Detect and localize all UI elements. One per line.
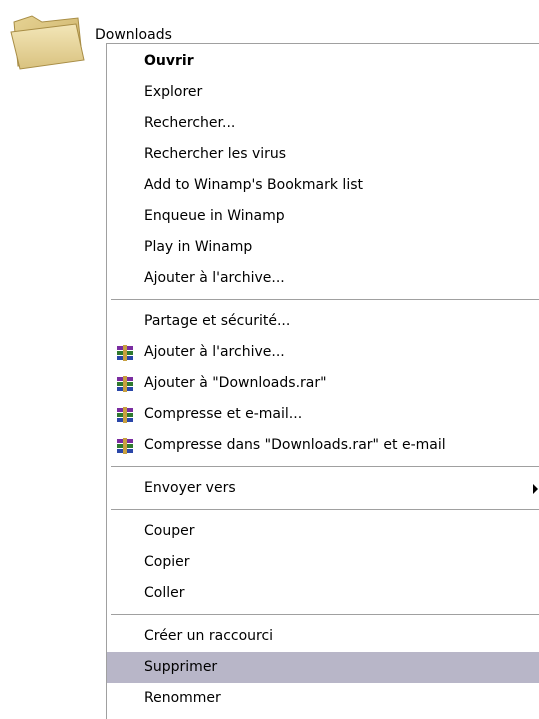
menu-item-creer-raccourci[interactable]: Créer un raccourci — [107, 621, 539, 652]
menu-item-label: Supprimer — [144, 659, 218, 675]
menu-item-label: Compresse dans "Downloads.rar" et e-mail — [144, 437, 446, 453]
menu-item-coller[interactable]: Coller — [107, 578, 539, 609]
menu-item-envoyer-vers[interactable]: Envoyer vers — [107, 473, 539, 504]
menu-item-label: Play in Winamp — [144, 239, 253, 255]
menu-item-ouvrir[interactable]: Ouvrir — [107, 46, 539, 77]
menu-separator — [111, 466, 539, 467]
menu-item-label: Renommer — [144, 690, 221, 706]
menu-item-winamp-enqueue[interactable]: Enqueue in Winamp — [107, 201, 539, 232]
winrar-icon — [117, 345, 133, 361]
menu-item-ajouter-archive[interactable]: Ajouter à l'archive... — [107, 263, 539, 294]
menu-item-label: Add to Winamp's Bookmark list — [144, 177, 363, 193]
menu-separator — [111, 614, 539, 615]
folder-icon[interactable] — [8, 12, 86, 70]
menu-item-rechercher[interactable]: Rechercher... — [107, 108, 539, 139]
menu-item-label: Rechercher les virus — [144, 146, 287, 162]
menu-item-label: Partage et sécurité... — [144, 313, 291, 329]
menu-item-winamp-bookmark[interactable]: Add to Winamp's Bookmark list — [107, 170, 539, 201]
menu-item-label: Coller — [144, 585, 185, 601]
menu-item-rar-compresse-downloads-email[interactable]: Compresse dans "Downloads.rar" et e-mail — [107, 430, 539, 461]
menu-item-label: Couper — [144, 523, 195, 539]
menu-item-label: Envoyer vers — [144, 480, 236, 496]
context-menu: Ouvrir Explorer Rechercher... Rechercher… — [106, 43, 539, 719]
menu-item-label: Ajouter à "Downloads.rar" — [144, 375, 327, 391]
menu-item-label: Enqueue in Winamp — [144, 208, 285, 224]
winrar-icon — [117, 376, 133, 392]
menu-item-copier[interactable]: Copier — [107, 547, 539, 578]
menu-item-label: Créer un raccourci — [144, 628, 274, 644]
menu-item-supprimer[interactable]: Supprimer — [107, 652, 539, 683]
menu-item-rar-ajouter-archive[interactable]: Ajouter à l'archive... — [107, 337, 539, 368]
menu-item-label: Ajouter à l'archive... — [144, 270, 285, 286]
menu-item-rechercher-virus[interactable]: Rechercher les virus — [107, 139, 539, 170]
menu-item-label: Compresse et e-mail... — [144, 406, 303, 422]
menu-item-label: Ajouter à l'archive... — [144, 344, 285, 360]
menu-item-partage-securite[interactable]: Partage et sécurité... — [107, 306, 539, 337]
menu-item-label: Rechercher... — [144, 115, 236, 131]
menu-item-couper[interactable]: Couper — [107, 516, 539, 547]
menu-item-label: Copier — [144, 554, 190, 570]
folder-name-label[interactable]: Downloads — [93, 25, 174, 45]
winrar-icon — [117, 407, 133, 423]
menu-item-rar-compresse-email[interactable]: Compresse et e-mail... — [107, 399, 539, 430]
menu-item-winamp-play[interactable]: Play in Winamp — [107, 232, 539, 263]
desktop: Downloads Ouvrir Explorer Rechercher... … — [0, 0, 539, 719]
menu-item-explorer[interactable]: Explorer — [107, 77, 539, 108]
submenu-arrow-icon — [533, 484, 538, 494]
menu-item-label: Ouvrir — [144, 53, 194, 69]
menu-item-label: Explorer — [144, 84, 203, 100]
winrar-icon — [117, 438, 133, 454]
menu-separator — [111, 509, 539, 510]
menu-item-renommer[interactable]: Renommer — [107, 683, 539, 714]
menu-item-rar-ajouter-downloads[interactable]: Ajouter à "Downloads.rar" — [107, 368, 539, 399]
menu-separator — [111, 299, 539, 300]
